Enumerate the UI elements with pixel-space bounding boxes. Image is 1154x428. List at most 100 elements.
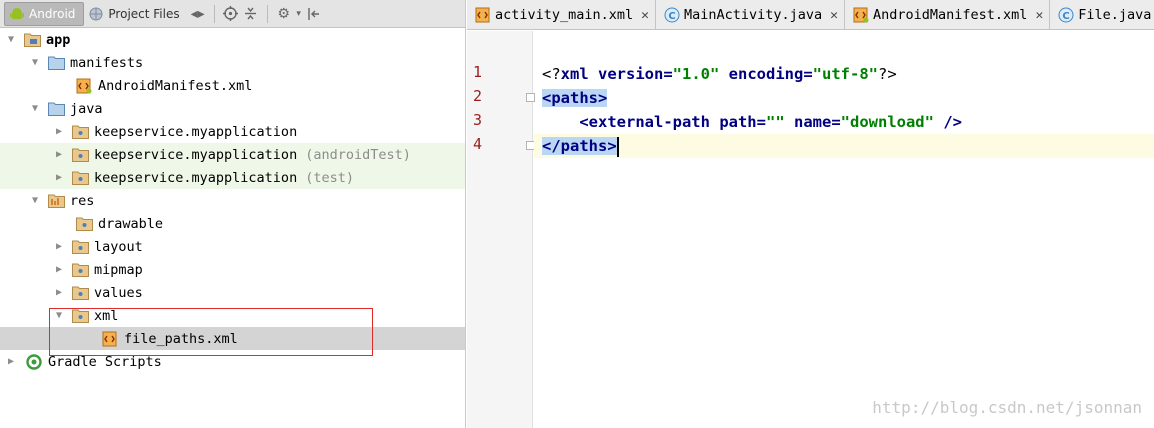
line-number: 2 bbox=[473, 87, 483, 105]
switch-view-arrows-icon[interactable]: ◂▸ bbox=[188, 4, 208, 24]
code-line-1: <?xml version="1.0" encoding="utf-8"?> bbox=[542, 62, 897, 86]
collapse-arrow-icon[interactable]: ▶ bbox=[4, 355, 18, 369]
code-editor: activity_main.xml ✕ C MainActivity.java … bbox=[467, 0, 1154, 428]
tree-item-manifests[interactable]: ▼ manifests bbox=[0, 51, 465, 74]
code-token: <paths> bbox=[542, 89, 608, 107]
xml-file-icon bbox=[102, 331, 119, 347]
tree-label: xml bbox=[94, 307, 119, 324]
tab-android-manifest-xml[interactable]: AndroidManifest.xml ✕ bbox=[845, 0, 1051, 29]
watermark: http://blog.csdn.net/jsonnan bbox=[872, 398, 1142, 417]
code-line-2: <paths> bbox=[542, 86, 608, 110]
tab-main-activity-java[interactable]: C MainActivity.java ✕ bbox=[656, 0, 845, 29]
collapse-arrow-icon[interactable]: ▶ bbox=[52, 286, 66, 300]
toolbar-divider bbox=[213, 4, 215, 23]
tree-item-android-manifest[interactable]: AndroidManifest.xml bbox=[0, 74, 465, 97]
tree-item-xml[interactable]: ▼ xml bbox=[0, 304, 465, 327]
hide-panel-icon[interactable] bbox=[304, 4, 324, 24]
close-icon[interactable]: ✕ bbox=[830, 8, 838, 23]
tree-label: app bbox=[46, 31, 71, 48]
toolbar-divider bbox=[266, 4, 268, 23]
close-icon[interactable]: ✕ bbox=[1035, 8, 1043, 23]
tree-label: keepservice.myapplication bbox=[94, 169, 298, 186]
project-toolbar: Android Project Files ◂▸ ⚙ ▾ bbox=[0, 0, 465, 28]
code-token: "download" bbox=[840, 113, 934, 131]
close-icon[interactable]: ✕ bbox=[641, 8, 649, 23]
collapse-all-icon[interactable] bbox=[241, 4, 261, 24]
collapse-arrow-icon[interactable]: ▶ bbox=[52, 240, 66, 254]
tree-item-gradle-scripts[interactable]: ▶ Gradle Scripts bbox=[0, 350, 465, 373]
tree-item-file-paths-xml[interactable]: file_paths.xml bbox=[0, 327, 465, 350]
code-token: name= bbox=[784, 113, 841, 131]
tab-activity-main-xml[interactable]: activity_main.xml ✕ bbox=[467, 0, 656, 29]
tree-item-package[interactable]: ▶ keepservice.myapplication bbox=[0, 120, 465, 143]
collapse-arrow-icon[interactable]: ▶ bbox=[52, 171, 66, 185]
tree-label: Gradle Scripts bbox=[48, 353, 162, 370]
chevron-down-icon[interactable]: ▾ bbox=[294, 4, 304, 24]
tree-label: layout bbox=[94, 238, 143, 255]
gear-icon[interactable]: ⚙ bbox=[274, 4, 294, 24]
scroll-from-source-icon[interactable] bbox=[221, 4, 241, 24]
code-token: xml bbox=[560, 65, 589, 83]
collapse-arrow-icon[interactable]: ▶ bbox=[52, 148, 66, 162]
code-token: ?> bbox=[878, 65, 897, 83]
tab-label: MainActivity.java bbox=[684, 7, 823, 23]
package-icon bbox=[72, 124, 89, 140]
manifest-icon bbox=[76, 78, 93, 94]
tree-item-app[interactable]: ▼ app bbox=[0, 28, 465, 51]
java-class-icon: C bbox=[664, 7, 680, 23]
tree-item-drawable[interactable]: drawable bbox=[0, 212, 465, 235]
collapse-arrow-icon[interactable]: ▶ bbox=[52, 263, 66, 277]
package-icon bbox=[72, 262, 89, 278]
package-icon bbox=[72, 170, 89, 186]
code-area[interactable]: <?xml version="1.0" encoding="utf-8"?> <… bbox=[534, 31, 1154, 428]
gradle-icon bbox=[26, 353, 43, 370]
tree-label: AndroidManifest.xml bbox=[98, 77, 253, 94]
package-icon bbox=[72, 285, 89, 301]
tree-item-package-test[interactable]: ▶ keepservice.myapplication (test) bbox=[0, 166, 465, 189]
svg-text:C: C bbox=[1063, 11, 1070, 22]
expand-arrow-icon[interactable]: ▼ bbox=[28, 102, 42, 116]
xml-file-icon bbox=[475, 7, 491, 23]
code-token: <external-path bbox=[579, 113, 710, 131]
code-token: /> bbox=[933, 113, 962, 131]
tab-android-label: Android bbox=[29, 6, 76, 21]
tree-item-java[interactable]: ▼ java bbox=[0, 97, 465, 120]
package-icon bbox=[72, 239, 89, 255]
code-token: </paths> bbox=[542, 137, 617, 155]
tree-item-package-android-test[interactable]: ▶ keepservice.myapplication (androidTest… bbox=[0, 143, 465, 166]
expand-arrow-icon[interactable]: ▼ bbox=[4, 33, 18, 47]
text-caret bbox=[616, 136, 619, 157]
expand-arrow-icon[interactable]: ▼ bbox=[52, 309, 66, 323]
line-number-gutter: 1 2 3 4 bbox=[467, 31, 535, 428]
line-number: 4 bbox=[473, 135, 483, 153]
tree-item-res[interactable]: ▼ res bbox=[0, 189, 465, 212]
tree-label: values bbox=[94, 284, 143, 301]
tab-project-files[interactable]: Project Files bbox=[84, 2, 187, 26]
tree-label: drawable bbox=[98, 215, 164, 232]
expand-arrow-icon[interactable]: ▼ bbox=[28, 56, 42, 70]
line-number: 1 bbox=[473, 63, 483, 81]
tree-item-mipmap[interactable]: ▶ mipmap bbox=[0, 258, 465, 281]
code-token: "utf-8" bbox=[812, 65, 878, 83]
module-folder-icon bbox=[24, 32, 41, 48]
package-icon bbox=[76, 216, 93, 232]
folder-icon bbox=[48, 101, 65, 117]
code-line-4: </paths> bbox=[534, 134, 1154, 158]
tab-file-java[interactable]: C File.java bbox=[1050, 0, 1154, 29]
manifest-icon bbox=[853, 7, 869, 23]
expand-arrow-icon[interactable]: ▼ bbox=[28, 194, 42, 208]
project-files-icon bbox=[88, 6, 104, 22]
package-icon bbox=[72, 308, 89, 324]
package-icon bbox=[72, 147, 89, 163]
line-number: 3 bbox=[473, 111, 483, 129]
editor-tab-bar: activity_main.xml ✕ C MainActivity.java … bbox=[467, 0, 1154, 30]
code-token: version= bbox=[588, 65, 673, 83]
tree-label: mipmap bbox=[94, 261, 143, 278]
tab-android-view[interactable]: Android bbox=[4, 1, 85, 26]
tree-item-layout[interactable]: ▶ layout bbox=[0, 235, 465, 258]
java-class-icon: C bbox=[1058, 7, 1074, 23]
code-token: <? bbox=[542, 65, 561, 83]
collapse-arrow-icon[interactable]: ▶ bbox=[52, 125, 66, 139]
tree-item-values[interactable]: ▶ values bbox=[0, 281, 465, 304]
